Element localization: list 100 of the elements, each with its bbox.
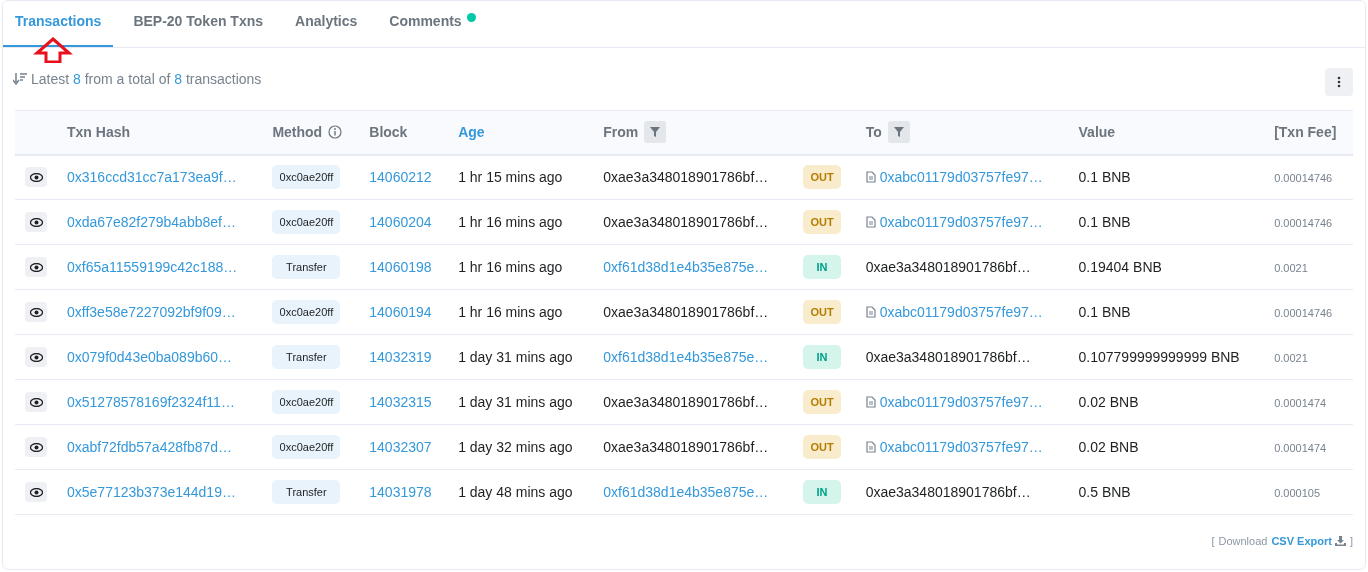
fee-text: 0.00014746 (1274, 307, 1333, 319)
block-link[interactable]: 14060204 (369, 214, 432, 230)
age-text: 1 hr 16 mins ago (458, 259, 563, 275)
column-header: [Txn Fee] (1274, 124, 1337, 141)
method-badge: Transfer (272, 345, 341, 369)
eye-icon (29, 442, 43, 452)
eye-icon (29, 307, 43, 317)
arrow-icon (33, 37, 73, 63)
address-text: 0xae3a348018901786bf… (603, 304, 769, 320)
address-link[interactable]: 0xf61d38d1e4b35e875e… (603, 349, 769, 365)
fee-text: 0.0001474 (1274, 442, 1327, 454)
tab[interactable]: Analytics (283, 1, 370, 47)
address-link[interactable]: 0xabc01179d03757fe97… (879, 438, 1043, 455)
age-text: 1 hr 15 mins ago (458, 169, 563, 186)
address-text: 0xae3a348018901786bf… (603, 169, 769, 186)
eye-icon (29, 262, 43, 272)
age-text: 1 day 31 mins ago (458, 394, 573, 410)
view-button[interactable] (25, 392, 47, 412)
direction-badge: OUT (803, 435, 841, 459)
method-badge: 0xc0ae20ff (272, 210, 341, 234)
address-text: 0xae3a348018901786bf… (865, 349, 1031, 365)
address-link[interactable]: 0xf61d38d1e4b35e875e… (603, 484, 769, 500)
method-badge: Transfer (272, 480, 341, 504)
bracket-text: ] (1349, 535, 1353, 547)
address-text: 0xae3a348018901786bf… (865, 259, 1031, 275)
more-icon (1337, 76, 1341, 88)
column-header[interactable]: Age (458, 124, 485, 141)
address-link[interactable]: 0xabc01179d03757fe97… (879, 393, 1043, 410)
fee-text: 0.000105 (1274, 487, 1320, 499)
view-button[interactable] (25, 437, 47, 457)
direction-badge: IN (803, 480, 841, 504)
value-text: 0.107799999999999 BNB (1078, 349, 1240, 365)
tab[interactable]: BEP-20 Token Txns (121, 1, 276, 47)
age-text: 1 day 32 mins ago (458, 439, 573, 455)
column-header: To (865, 124, 882, 141)
method-badge: 0xc0ae20ff (272, 165, 341, 190)
filter-icon (649, 126, 662, 139)
block-link[interactable]: 14060194 (369, 304, 432, 320)
info-icon (328, 125, 343, 140)
address-link[interactable]: 0xabc01179d03757fe97… (879, 303, 1043, 320)
txn-hash-link[interactable]: 0x316ccd31cc7a173ea9f… (67, 169, 237, 186)
view-button[interactable] (25, 257, 47, 277)
direction-badge: IN (803, 345, 841, 369)
txn-hash-link[interactable]: 0x5e77123b373e144d19… (67, 484, 236, 500)
age-text: 1 day 48 mins ago (458, 484, 573, 500)
direction-badge: IN (803, 255, 841, 279)
column-header: Value (1078, 124, 1116, 141)
csv-export-link[interactable]: CSV Export (1271, 535, 1346, 547)
view-button[interactable] (25, 212, 47, 232)
value-text: 0.1 BNB (1078, 304, 1131, 320)
method-badge: 0xc0ae20ff (272, 435, 341, 459)
address-text: 0xae3a348018901786bf… (603, 214, 769, 230)
block-link[interactable]: 14060212 (369, 169, 432, 186)
fee-text: 0.0021 (1274, 262, 1308, 274)
block-link[interactable]: 14032319 (369, 349, 432, 365)
direction-badge: OUT (803, 390, 841, 414)
sort-icon (13, 73, 27, 85)
address-text: 0xae3a348018901786bf… (603, 439, 769, 455)
value-text: 0.5 BNB (1078, 484, 1131, 500)
method-badge: 0xc0ae20ff (272, 390, 341, 414)
block-link[interactable]: 14060198 (369, 259, 432, 275)
tab[interactable]: Transactions (3, 1, 114, 47)
txn-hash-link[interactable]: 0xabf72fdb57a428fb87d… (67, 439, 233, 455)
txn-hash-link[interactable]: 0x079f0d43e0ba089b60… (67, 349, 233, 365)
column-header: Txn Hash (67, 124, 130, 141)
view-button[interactable] (25, 302, 47, 322)
direction-badge: OUT (803, 165, 841, 190)
tab[interactable]: Comments (377, 1, 474, 47)
column-header: From (603, 124, 639, 141)
direction-badge: OUT (803, 210, 841, 234)
view-button[interactable] (25, 347, 47, 367)
filter-button[interactable] (644, 121, 667, 144)
address-link[interactable]: 0xabc01179d03757fe97… (879, 168, 1043, 185)
txn-hash-link[interactable]: 0xf65a11559199c42c188… (67, 259, 238, 275)
view-button[interactable] (25, 482, 47, 502)
eye-icon (29, 217, 43, 227)
column-header: Method (272, 124, 323, 141)
download-icon (1334, 536, 1346, 546)
block-link[interactable]: 14031978 (369, 484, 432, 500)
address-text: 0xae3a348018901786bf… (865, 484, 1031, 500)
eye-icon (29, 172, 43, 182)
address-link[interactable]: 0xabc01179d03757fe97… (879, 213, 1043, 230)
fee-text: 0.00014746 (1274, 217, 1333, 229)
filter-button[interactable] (887, 121, 910, 144)
value-text: 0.1 BNB (1078, 214, 1131, 230)
txn-hash-link[interactable]: 0xda67e82f279b4abb8ef… (67, 214, 236, 230)
value-text: 0.02 BNB (1078, 439, 1139, 455)
fee-text: 0.00014746 (1274, 172, 1333, 185)
fee-text: 0.0021 (1274, 352, 1308, 364)
age-text: 1 hr 16 mins ago (458, 214, 563, 230)
age-text: 1 hr 16 mins ago (458, 304, 563, 320)
txn-hash-link[interactable]: 0x51278578169f2324f11… (67, 394, 235, 410)
block-link[interactable]: 14032315 (369, 394, 432, 410)
view-button[interactable] (25, 167, 47, 188)
address-link[interactable]: 0xf61d38d1e4b35e875e… (603, 259, 769, 275)
value-text: 0.19404 BNB (1078, 259, 1162, 275)
summary-text: Latest 8 from a total of 8 transactions (31, 71, 262, 87)
block-link[interactable]: 14032307 (369, 439, 432, 455)
fee-text: 0.0001474 (1274, 397, 1327, 409)
txn-hash-link[interactable]: 0xff3e58e7227092bf9f09… (67, 304, 236, 320)
